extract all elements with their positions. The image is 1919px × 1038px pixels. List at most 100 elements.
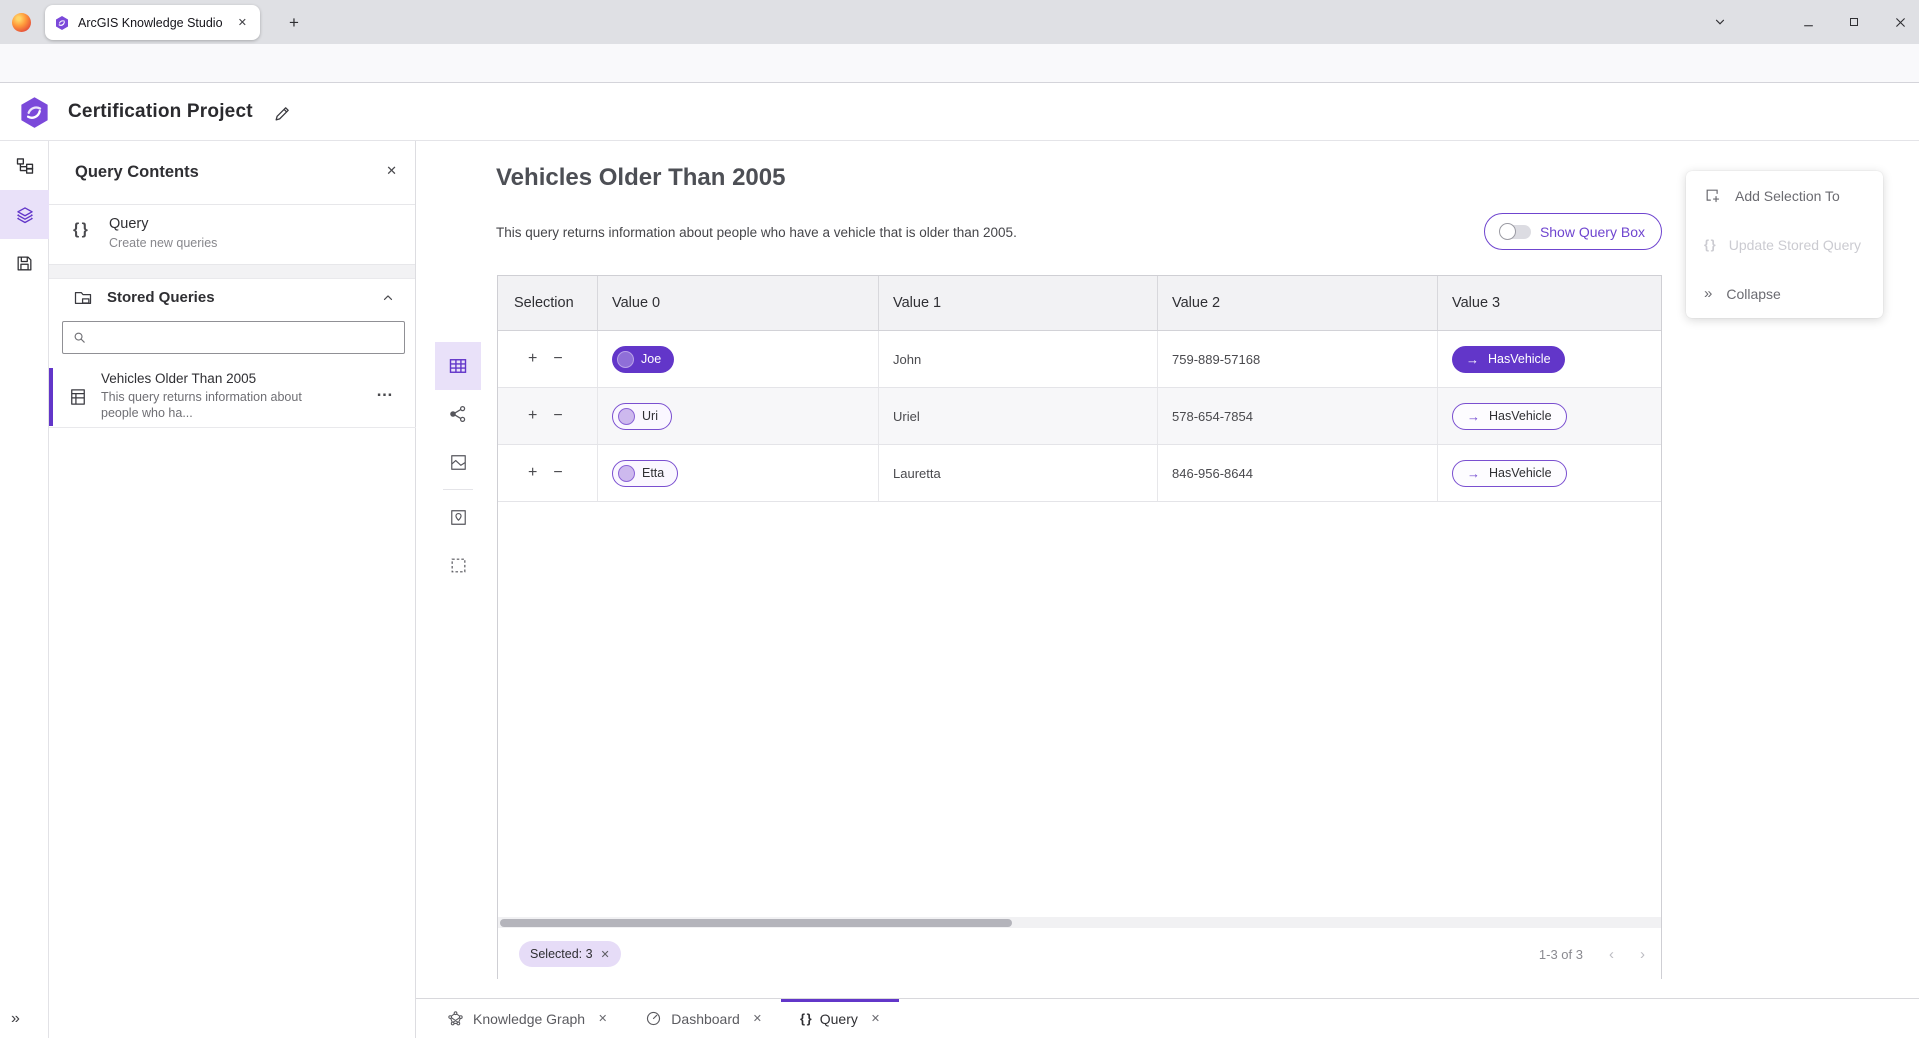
selected-count-label: Selected: 3 <box>530 947 593 961</box>
toggle-switch[interactable] <box>1501 225 1531 239</box>
stored-query-item[interactable]: Vehicles Older Than 2005 This query retu… <box>49 367 416 428</box>
prev-page-icon[interactable]: ‹ <box>1609 946 1614 963</box>
expand-panel-icon[interactable]: » <box>11 1010 20 1028</box>
map-view-button[interactable] <box>435 438 481 486</box>
add-to-selection-icon[interactable]: + <box>528 464 537 482</box>
sidebar-item-save[interactable] <box>0 239 49 288</box>
arrow-right-icon: → <box>1467 466 1480 481</box>
toolbar-separator <box>443 489 473 490</box>
query-item-subtitle: Create new queries <box>109 236 217 250</box>
scrollbar-thumb[interactable] <box>500 919 1012 927</box>
tab-close-icon[interactable]: ✕ <box>598 1012 607 1025</box>
horizontal-scrollbar[interactable] <box>498 917 1661 928</box>
stored-queries-title: Stored Queries <box>107 289 215 306</box>
window-close-icon[interactable] <box>1887 9 1913 35</box>
tab-dashboard[interactable]: Dashboard ✕ <box>626 999 781 1038</box>
panel-close-icon[interactable]: ✕ <box>386 163 397 179</box>
link-chart-button[interactable] <box>435 390 481 438</box>
stored-query-icon <box>68 387 88 407</box>
table-row: + − Joe John 759-889-57168 →HasVehicle <box>498 331 1661 388</box>
selection-cell: + − <box>498 331 598 387</box>
selected-count-chip[interactable]: Selected: 3 ✕ <box>519 941 621 967</box>
search-icon <box>72 330 87 345</box>
col-header-value3: Value 3 <box>1438 276 1661 330</box>
tab-query[interactable]: { } Query ✕ <box>781 999 899 1038</box>
braces-icon: { } <box>800 1011 811 1026</box>
sidebar-item-contents[interactable] <box>0 190 49 239</box>
table-view-button[interactable] <box>435 342 481 390</box>
content-tabs: Knowledge Graph ✕ Dashboard ✕ { } Query … <box>416 998 1919 1038</box>
entity-pill[interactable]: Etta <box>612 460 678 487</box>
page-description: This query returns information about peo… <box>496 225 1017 240</box>
stored-queries-header[interactable]: Stored Queries <box>49 279 415 318</box>
arrow-right-icon: → <box>1466 352 1479 367</box>
col-header-value2: Value 2 <box>1158 276 1438 330</box>
chevron-up-icon[interactable] <box>381 291 395 305</box>
tab-close-icon[interactable]: ✕ <box>753 1012 762 1025</box>
remove-from-selection-icon[interactable]: − <box>553 350 562 368</box>
entity-pill[interactable]: Joe <box>612 346 674 373</box>
project-title: Certification Project <box>68 83 253 141</box>
clear-selection-icon[interactable]: ✕ <box>601 948 610 961</box>
selection-tool-button[interactable] <box>435 541 481 589</box>
view-toolbar <box>435 342 481 589</box>
col-header-value0: Value 0 <box>598 276 879 330</box>
tab-label: Dashboard <box>671 1011 740 1027</box>
menu-item-label: Update Stored Query <box>1729 237 1861 253</box>
minimize-icon[interactable] <box>1795 9 1821 35</box>
remove-from-selection-icon[interactable]: − <box>553 407 562 425</box>
relationship-label: HasVehicle <box>1489 466 1552 480</box>
menu-item-collapse[interactable]: » Collapse <box>1686 269 1883 318</box>
toggle-knob <box>1499 223 1516 240</box>
tab-close-icon[interactable]: ✕ <box>871 1012 880 1025</box>
show-query-box-toggle[interactable]: Show Query Box <box>1484 213 1662 250</box>
kebab-menu-icon[interactable]: … <box>376 381 394 401</box>
add-to-selection-icon[interactable]: + <box>528 407 537 425</box>
search-input[interactable] <box>95 330 395 345</box>
entity-cell: Joe <box>598 331 879 387</box>
folder-icon <box>73 288 93 308</box>
col-header-value1: Value 1 <box>879 276 1158 330</box>
menu-item-add-selection-to[interactable]: Add Selection To <box>1686 171 1883 220</box>
map-layers-button[interactable] <box>435 493 481 541</box>
new-tab-button[interactable]: + <box>281 10 307 36</box>
window-controls <box>1795 0 1913 44</box>
entity-pill[interactable]: Uri <box>612 403 672 430</box>
browser-tab[interactable]: ArcGIS Knowledge Studio ✕ <box>45 5 260 40</box>
maximize-icon[interactable] <box>1841 9 1867 35</box>
query-contents-panel: Query Contents ✕ { } Query Create new qu… <box>49 141 416 1038</box>
edit-pencil-icon[interactable] <box>270 101 294 125</box>
value1-cell: Uriel <box>879 388 1158 444</box>
selection-cell: + − <box>498 445 598 501</box>
relationship-pill[interactable]: →HasVehicle <box>1452 403 1567 430</box>
selected-indicator-bar <box>49 368 53 426</box>
query-item-title: Query <box>109 216 149 232</box>
value2-cell: 759-889-57168 <box>1158 331 1438 387</box>
table-row: + − Etta Lauretta 846-956-8644 → HasVehic… <box>498 445 1661 502</box>
menu-item-update-stored-query[interactable]: { } Update Stored Query <box>1686 220 1883 269</box>
results-table: Selection Value 0 Value 1 Value 2 Value … <box>497 275 1662 979</box>
add-to-selection-icon[interactable]: + <box>528 350 537 368</box>
list-tabs-icon[interactable] <box>1707 9 1733 35</box>
query-item[interactable]: { } Query Create new queries <box>49 205 415 265</box>
tab-knowledge-graph[interactable]: Knowledge Graph ✕ <box>428 999 626 1038</box>
next-page-icon[interactable]: › <box>1640 946 1645 963</box>
menu-item-label: Add Selection To <box>1735 188 1840 204</box>
value2-cell: 846-956-8644 <box>1158 445 1438 501</box>
panel-title: Query Contents <box>75 163 199 182</box>
remove-from-selection-icon[interactable]: − <box>553 464 562 482</box>
relationship-pill[interactable]: →HasVehicle <box>1452 346 1565 373</box>
relationship-label: HasVehicle <box>1489 409 1552 423</box>
table-footer: Selected: 3 ✕ 1-3 of 3 ‹ › <box>498 928 1661 979</box>
context-menu: Add Selection To { } Update Stored Query… <box>1686 171 1883 318</box>
sidebar-item-data-model[interactable] <box>0 141 49 190</box>
stored-query-title: Vehicles Older Than 2005 <box>101 371 256 386</box>
value1-cell: Lauretta <box>879 445 1158 501</box>
col-header-selection: Selection <box>498 276 598 330</box>
browser-toolbar: https://dev0028833.esri.com/portal/apps/… <box>0 44 1919 83</box>
table-row: + − Uri Uriel 578-654-7854 →HasVehicle <box>498 388 1661 445</box>
entity-label: Joe <box>641 352 661 366</box>
stored-queries-search[interactable] <box>62 321 405 354</box>
tab-close-icon[interactable]: ✕ <box>234 14 251 31</box>
relationship-pill[interactable]: → HasVehicle <box>1452 460 1567 487</box>
